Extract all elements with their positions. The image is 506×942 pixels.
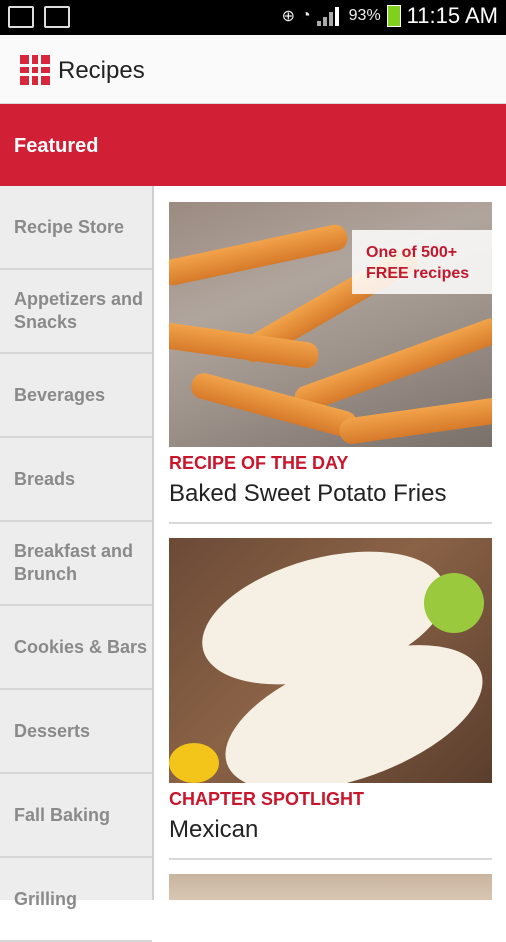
recipe-card[interactable]: One of 500+ FREE recipes RECIPE OF THE D…: [169, 202, 492, 524]
recipes-logo-icon[interactable]: [20, 55, 50, 85]
recipe-card[interactable]: CHAPTER SPOTLIGHT Mexican: [169, 538, 492, 860]
sidebar-item-label: Fall Baking: [14, 804, 111, 825]
card-title[interactable]: Mexican: [169, 816, 492, 860]
sidebar-item-label: Cookies & Bars: [14, 636, 148, 657]
sidebar-item-label: Desserts: [14, 720, 91, 741]
sidebar-item-cookies[interactable]: Cookies & Bars: [0, 606, 152, 690]
sidebar-item-desserts[interactable]: Desserts: [0, 690, 152, 774]
sidebar-item-beverages[interactable]: Beverages: [0, 354, 152, 438]
tab-featured-label: Featured: [14, 135, 99, 157]
card-kicker: CHAPTER SPOTLIGHT: [169, 789, 365, 809]
free-recipes-badge: One of 500+ FREE recipes: [352, 230, 492, 294]
card-kicker: RECIPE OF THE DAY: [169, 453, 349, 473]
recipe-image: One of 500+ FREE recipes: [169, 202, 492, 447]
gps-icon: ⊕: [281, 8, 295, 25]
wifi-icon: ◔: [300, 7, 311, 24]
sidebar-item-breakfast[interactable]: Breakfast and Brunch: [0, 522, 152, 606]
sidebar-item-appetizers[interactable]: Appetizers and Snacks: [0, 270, 152, 354]
image-icon: [8, 6, 34, 28]
recipe-card[interactable]: [169, 874, 492, 900]
mail-icon: [44, 6, 70, 28]
recipe-image: [169, 874, 492, 900]
status-bar: ⊕ ◔ 93% 11:15 AM: [0, 0, 506, 35]
signal-icon: [316, 6, 343, 26]
recipe-image: [169, 538, 492, 783]
battery-percent: 93%: [348, 7, 381, 24]
clock: 11:15 AM: [406, 3, 498, 28]
sidebar-item-label: Breads: [14, 468, 76, 489]
sidebar-item-label: Grilling: [14, 888, 77, 909]
sidebar-item-grilling[interactable]: Grilling: [0, 858, 152, 942]
category-sidebar: Recipe Store Appetizers and Snacks Bever…: [0, 186, 154, 942]
sidebar-item-label: Appetizers and Snacks: [14, 289, 144, 332]
page-title: Recipes: [58, 57, 145, 84]
sidebar-item-label: Beverages: [14, 384, 106, 405]
tab-featured[interactable]: Featured: [0, 104, 506, 186]
battery-icon: [386, 5, 401, 27]
app-header: Recipes: [0, 35, 506, 104]
sidebar-item-label: Recipe Store: [14, 216, 125, 237]
featured-content: One of 500+ FREE recipes RECIPE OF THE D…: [154, 186, 506, 900]
sidebar-item-fall-baking[interactable]: Fall Baking: [0, 774, 152, 858]
sidebar-item-breads[interactable]: Breads: [0, 438, 152, 522]
sidebar-item-label: Breakfast and Brunch: [14, 541, 134, 584]
card-title[interactable]: Baked Sweet Potato Fries: [169, 480, 492, 524]
sidebar-item-recipe-store[interactable]: Recipe Store: [0, 186, 152, 270]
